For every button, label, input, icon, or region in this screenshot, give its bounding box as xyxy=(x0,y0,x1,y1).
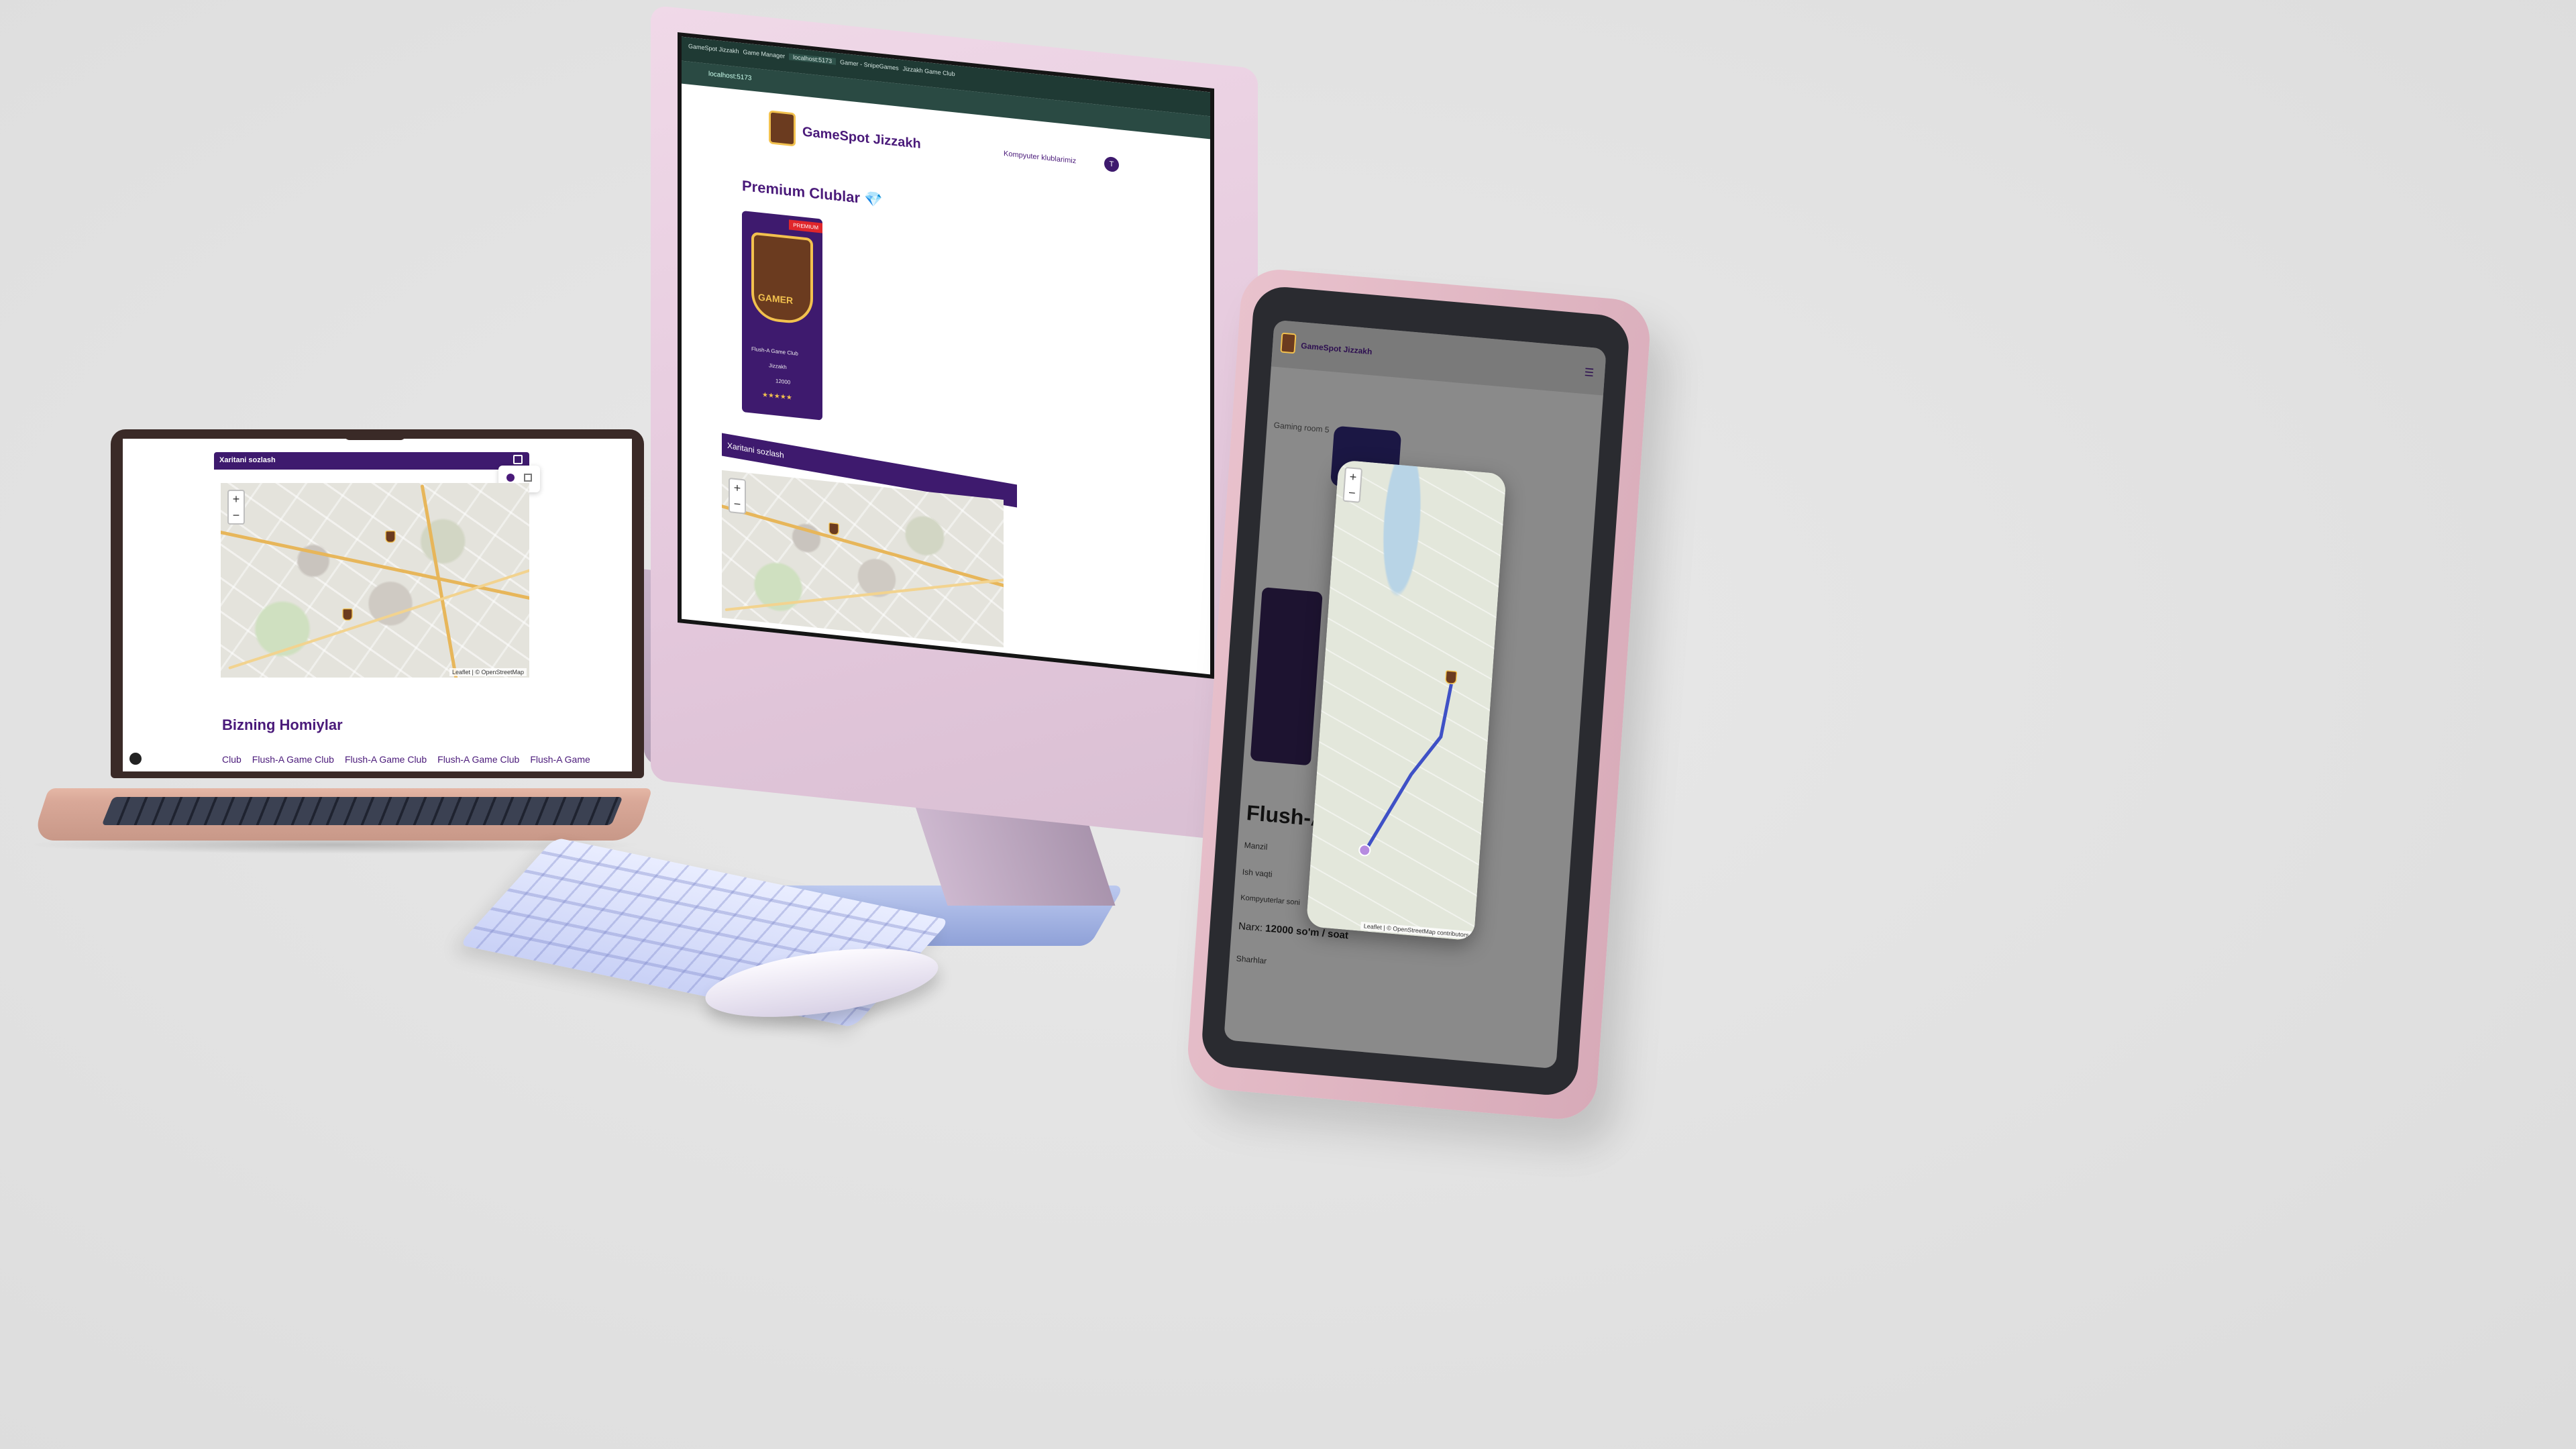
laptop: Xaritani sozlash + − Leaflet | © OpenStre… xyxy=(111,429,644,778)
club-rating: ★★★★★ xyxy=(762,391,792,402)
map-panel-title: Xaritani sozlash xyxy=(219,456,276,464)
computers-label: Kompyuterlar soni xyxy=(1240,894,1301,907)
locate-icon[interactable] xyxy=(506,474,515,482)
sponsor-item[interactable]: Flush-A Game Club xyxy=(252,754,334,765)
club-location: Jizzakh xyxy=(769,362,787,371)
club-logo: GAMER xyxy=(751,231,813,326)
club-logo-text: GAMER xyxy=(758,291,794,307)
section-label: Gaming room 5 xyxy=(1273,420,1330,435)
browser-tab[interactable]: GameSpot Jizzakh xyxy=(688,43,739,55)
camera-notch xyxy=(344,429,406,440)
zoom-control[interactable]: + − xyxy=(227,490,245,525)
laptop-keyboard xyxy=(101,797,623,825)
premium-title: Premium Clublar 💎 xyxy=(742,177,883,209)
sponsor-item[interactable]: Flush-A Game Club xyxy=(437,754,519,765)
layers-icon[interactable] xyxy=(524,474,532,482)
premium-badge: PREMIUM xyxy=(789,219,822,233)
sponsors-marquee: Club Flush-A Game Club Flush-A Game Club… xyxy=(222,754,590,765)
club-image xyxy=(1250,587,1323,766)
zoom-control[interactable]: + − xyxy=(729,477,746,515)
club-name: Flush-A Game Club xyxy=(751,345,798,357)
sponsor-item[interactable]: Club xyxy=(222,754,241,765)
browser-tab[interactable]: Game Manager xyxy=(743,48,786,60)
club-pin-icon[interactable] xyxy=(385,531,396,543)
zoom-control[interactable]: + − xyxy=(1342,466,1363,503)
monitor-display: GameSpot Jizzakh Game Manager localhost:… xyxy=(678,32,1214,680)
browser-tab[interactable]: Gamer - SnipeGames xyxy=(840,58,899,71)
club-card[interactable]: PREMIUM GAMER Flush-A Game Club Jizzakh … xyxy=(742,211,822,421)
site-brand[interactable]: GameSpot Jizzakh xyxy=(1301,341,1373,356)
sponsor-item[interactable]: Flush-A Game xyxy=(530,754,590,765)
nav-link-clubs[interactable]: Kompyuter klublarimiz xyxy=(1004,150,1076,165)
club-price: 12000 xyxy=(775,378,791,386)
sponsors-title: Bizning Homiylar xyxy=(222,716,343,733)
map-panel-header: Xaritani sozlash xyxy=(214,452,529,470)
site-brand[interactable]: GameSpot Jizzakh xyxy=(802,125,921,153)
sponsor-item[interactable]: Flush-A Game Club xyxy=(345,754,427,765)
hours-label: Ish vaqti xyxy=(1242,867,1273,879)
route-line xyxy=(1364,684,1453,852)
site-logo[interactable] xyxy=(769,110,796,147)
address-label: Manzil xyxy=(1244,840,1268,852)
laptop-display: Xaritani sozlash + − Leaflet | © OpenStre… xyxy=(123,439,632,771)
map-panel-title: Xaritani sozlash xyxy=(727,440,784,460)
price-label: Narx: xyxy=(1238,920,1263,934)
user-avatar[interactable]: T xyxy=(1104,156,1119,173)
laptop-map[interactable]: + − Leaflet | © OpenStreetMap xyxy=(221,483,529,678)
menu-icon[interactable]: ☰ xyxy=(1584,366,1595,380)
club-pin-icon[interactable] xyxy=(1444,670,1458,685)
theme-toggle-button[interactable] xyxy=(129,753,142,765)
map-attribution: Leaflet | © OpenStreetMap xyxy=(449,668,527,676)
tablet-display: GameSpot Jizzakh ☰ Gaming room 5 Flush-A… xyxy=(1224,319,1607,1069)
browser-tab-active[interactable]: localhost:5173 xyxy=(789,53,837,65)
site-logo[interactable] xyxy=(1280,332,1297,354)
monitor-map[interactable]: + − xyxy=(722,470,1004,648)
route-map-modal[interactable]: + − Leaflet | © OpenStreetMap contributor… xyxy=(1305,460,1507,941)
fullscreen-icon[interactable] xyxy=(513,455,523,464)
browser-tab[interactable]: Jizzakh Game Club xyxy=(903,65,955,77)
address-bar[interactable]: localhost:5173 xyxy=(708,70,752,83)
club-pin-icon[interactable] xyxy=(342,608,353,621)
club-pin-icon[interactable] xyxy=(828,522,839,536)
reviews-label: Sharhlar xyxy=(1236,953,1267,966)
